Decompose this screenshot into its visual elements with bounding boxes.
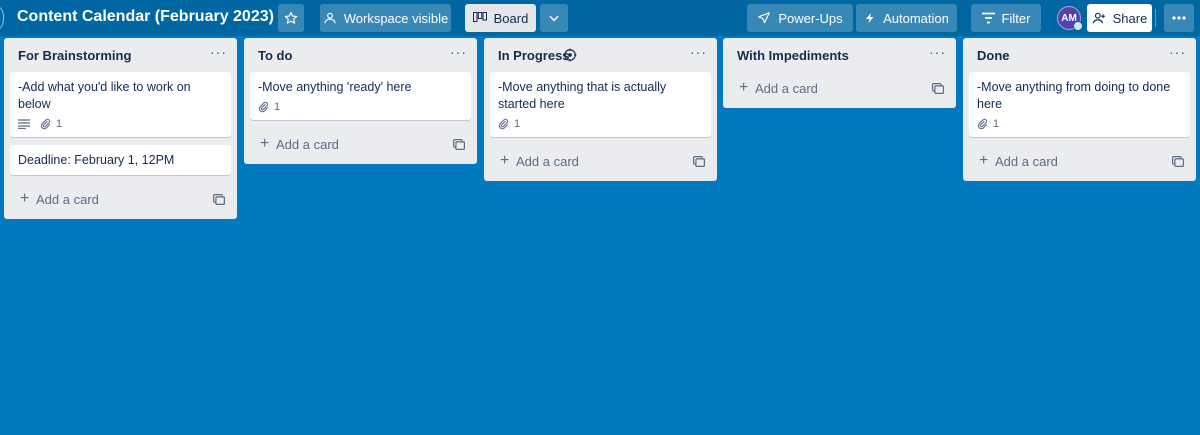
card-title: -Move anything that is actually started …: [498, 80, 667, 111]
card-title: -Move anything 'ready' here: [258, 80, 412, 94]
add-card-button[interactable]: + Add a card: [963, 145, 1196, 179]
list-title[interactable]: To do: [258, 48, 292, 63]
automation-button[interactable]: Automation: [856, 4, 957, 32]
list-with-impediments: With Impediments ··· + Add a card: [723, 38, 956, 108]
board-view-button[interactable]: Board: [465, 4, 536, 32]
attachment-count: 1: [514, 117, 521, 130]
card-template-icon[interactable]: [932, 83, 944, 94]
more-icon: [1172, 16, 1186, 20]
card[interactable]: -Move anything 'ready' here 1: [250, 72, 471, 120]
board-icon: [472, 12, 487, 22]
filter-label: Filter: [1001, 10, 1031, 26]
star-button[interactable]: [278, 4, 304, 32]
attachment-count: 1: [56, 117, 63, 130]
workspace-visible-button[interactable]: Workspace visible: [320, 4, 451, 32]
attachment-count: 1: [274, 100, 281, 113]
add-card-button[interactable]: + Add a card: [723, 72, 956, 106]
card-title: -Move anything from doing to done here: [977, 80, 1171, 111]
card-template-icon[interactable]: [453, 139, 465, 150]
add-card-label: Add a card: [995, 154, 1058, 169]
power-ups-label: Power-Ups: [778, 10, 843, 26]
list-to-do: To do ··· -Move anything 'ready' here 1 …: [244, 38, 477, 164]
paperclip-icon: [977, 118, 988, 130]
list-in-progress: In Progress ··· -Move anything that is a…: [484, 38, 717, 181]
card-badges: 1: [977, 117, 1182, 131]
add-person-icon: [1092, 12, 1105, 24]
list-header[interactable]: Done ···: [963, 38, 1196, 72]
card-title: Deadline: February 1, 12PM: [18, 153, 175, 167]
card[interactable]: -Add what you'd like to work on below 1: [10, 72, 231, 137]
power-ups-button[interactable]: Power-Ups: [747, 4, 853, 32]
add-card-button[interactable]: + Add a card: [244, 128, 477, 162]
list-title[interactable]: In Progress: [498, 48, 570, 63]
card[interactable]: -Move anything that is actually started …: [490, 72, 711, 137]
description-badge: [18, 119, 30, 129]
admin-badge-icon: [1073, 21, 1083, 31]
card-template-icon[interactable]: [693, 156, 705, 167]
add-card-button[interactable]: + Add a card: [484, 145, 717, 179]
plus-icon: +: [739, 79, 749, 96]
view-switcher-button[interactable]: [540, 4, 568, 32]
share-button[interactable]: Share: [1087, 4, 1152, 32]
watch-icon: [563, 48, 577, 62]
chevron-down-icon: [549, 15, 559, 22]
list-done: Done ··· -Move anything from doing to do…: [963, 38, 1196, 181]
board-title[interactable]: Content Calendar (February 2023): [17, 8, 274, 26]
list-header[interactable]: With Impediments ···: [723, 38, 956, 72]
list-for-brainstorming: For Brainstorming ··· -Add what you'd li…: [4, 38, 237, 219]
attachment-badge: 1: [258, 99, 280, 116]
board-header: Content Calendar (February 2023) Workspa…: [0, 0, 1200, 36]
lightning-icon: [866, 13, 874, 23]
avatar[interactable]: AM: [1057, 6, 1083, 31]
list-menu-icon[interactable]: ···: [1169, 44, 1186, 60]
add-card-label: Add a card: [36, 192, 99, 207]
header-divider: [1155, 9, 1156, 27]
list-title[interactable]: Done: [977, 48, 1010, 63]
automation-label: Automation: [883, 10, 949, 26]
plus-icon: +: [500, 152, 510, 169]
share-label: Share: [1112, 10, 1148, 26]
plus-icon: +: [979, 152, 989, 169]
add-card-label: Add a card: [755, 81, 818, 96]
card-badges: 1: [18, 117, 223, 131]
plus-icon: +: [260, 135, 270, 152]
board-menu-button[interactable]: [1164, 4, 1194, 32]
plus-icon: +: [20, 190, 30, 207]
paperclip-icon: [258, 101, 269, 113]
card-title: -Add what you'd like to work on below: [18, 80, 191, 111]
card-badges: 1: [258, 100, 463, 114]
filter-button[interactable]: Filter: [971, 4, 1041, 32]
paperclip-icon: [498, 118, 509, 130]
attachment-badge: 1: [977, 116, 999, 133]
card-badges: 1: [498, 117, 703, 131]
list-header[interactable]: To do ···: [244, 38, 477, 72]
card[interactable]: Deadline: February 1, 12PM: [10, 145, 231, 175]
attachment-badge: 1: [498, 116, 520, 133]
sidebar-toggle-edge[interactable]: [0, 7, 4, 29]
add-card-label: Add a card: [516, 154, 579, 169]
list-menu-icon[interactable]: ···: [210, 44, 227, 60]
board-view-label: Board: [493, 10, 529, 26]
card-template-icon[interactable]: [213, 194, 225, 205]
card-template-icon[interactable]: [1172, 156, 1184, 167]
list-menu-icon[interactable]: ···: [690, 44, 707, 60]
add-card-label: Add a card: [276, 137, 339, 152]
workspace-visible-label: Workspace visible: [343, 10, 449, 26]
star-icon: [284, 11, 298, 24]
description-icon: [18, 119, 30, 129]
people-icon: [323, 12, 336, 24]
list-header[interactable]: In Progress ···: [484, 38, 717, 72]
list-title[interactable]: For Brainstorming: [18, 48, 131, 63]
list-menu-icon[interactable]: ···: [929, 44, 946, 60]
rocket-icon: [758, 12, 771, 24]
list-menu-icon[interactable]: ···: [450, 44, 467, 60]
card[interactable]: -Move anything from doing to done here 1: [969, 72, 1190, 137]
attachment-count: 1: [993, 117, 1000, 130]
attachment-badge: 1: [40, 116, 62, 133]
list-title[interactable]: With Impediments: [737, 48, 849, 63]
filter-icon: [981, 12, 995, 24]
paperclip-icon: [40, 118, 51, 130]
add-card-button[interactable]: + Add a card: [4, 183, 237, 217]
list-header[interactable]: For Brainstorming ···: [4, 38, 237, 72]
